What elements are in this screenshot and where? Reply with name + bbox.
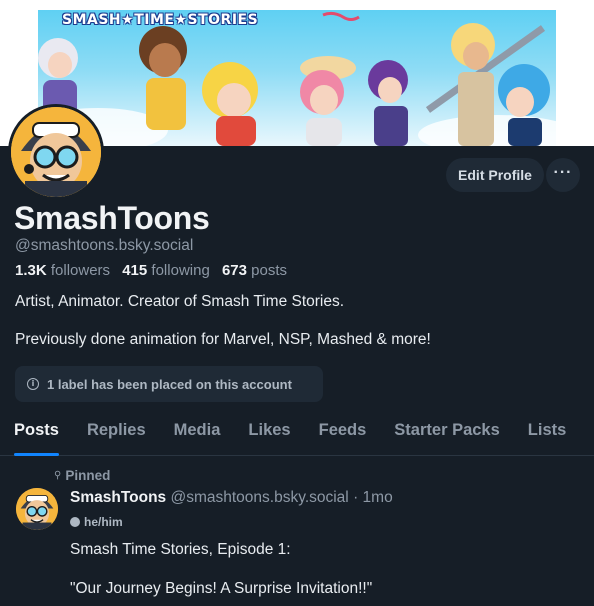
bio-line: Previously done animation for Marvel, NS… <box>15 331 431 348</box>
bio-line: Artist, Animator. Creator of Smash Time … <box>15 293 345 310</box>
following-count: 415 <box>122 262 148 279</box>
post-timestamp[interactable]: 1mo <box>363 489 393 506</box>
tab-posts[interactable]: Posts <box>0 404 73 456</box>
edit-profile-button[interactable]: Edit Profile <box>446 158 544 192</box>
banner-logo: SMASH★TIME★STORIES <box>62 12 259 28</box>
post-body[interactable]: Smash Time Stories, Episode 1: "Our Jour… <box>70 540 580 606</box>
tab-media[interactable]: Media <box>160 404 235 456</box>
post-header: SmashToons @smashtoons.bsky.social · 1mo <box>70 489 393 507</box>
posts-label: posts <box>251 262 288 279</box>
followers-count: 1.3K <box>15 262 47 279</box>
pronoun-text: he/him <box>84 515 123 529</box>
post-text-line: Smash Time Stories, Episode 1: <box>70 541 291 558</box>
posts-count: 673 <box>221 262 247 279</box>
pronoun-avatar-icon <box>70 517 80 527</box>
following-label: following <box>151 262 210 279</box>
following-link[interactable]: 415 following <box>122 262 210 279</box>
profile-bio: Artist, Animator. Creator of Smash Time … <box>15 292 575 368</box>
display-name: SmashToons <box>14 200 210 236</box>
tab-feeds[interactable]: Feeds <box>305 404 381 456</box>
followers-label: followers <box>50 262 111 279</box>
profile-handle: @smashtoons.bsky.social <box>15 237 194 254</box>
post-avatar-illustration <box>16 488 58 530</box>
info-icon: i <box>27 378 39 390</box>
tab-lists[interactable]: Lists <box>514 404 581 456</box>
post-author-avatar[interactable] <box>16 488 58 530</box>
followers-link[interactable]: 1.3K followers <box>15 262 110 279</box>
tab-likes[interactable]: Likes <box>234 404 304 456</box>
posts-stat: 673 posts <box>222 262 287 279</box>
post-author-name[interactable]: SmashToons <box>70 489 166 506</box>
post-meta-separator: · <box>353 489 359 506</box>
pinned-indicator: ⚲ Pinned <box>54 468 110 483</box>
pinned-label: Pinned <box>65 468 111 483</box>
account-label-notice[interactable]: i 1 label has been placed on this accoun… <box>15 366 323 402</box>
tab-replies[interactable]: Replies <box>73 404 160 456</box>
label-notice-text: 1 label has been placed on this account <box>47 376 292 392</box>
banner-illustration <box>38 11 556 146</box>
pronoun-badge: he/him <box>70 515 123 529</box>
post-author-handle[interactable]: @smashtoons.bsky.social <box>170 489 348 506</box>
more-options-button[interactable]: ··· <box>546 158 580 192</box>
pin-icon: ⚲ <box>54 470 62 481</box>
profile-tabs: Posts Replies Media Likes Feeds Starter … <box>0 404 594 456</box>
banner-image: SMASH★TIME★STORIES <box>38 10 556 146</box>
tab-starter-packs[interactable]: Starter Packs <box>380 404 514 456</box>
profile-stats: 1.3K followers 415 following 673 posts <box>15 262 287 279</box>
avatar-illustration <box>11 107 101 197</box>
profile-avatar[interactable] <box>8 104 104 200</box>
post-text-line: "Our Journey Begins! A Surprise Invitati… <box>70 580 373 597</box>
